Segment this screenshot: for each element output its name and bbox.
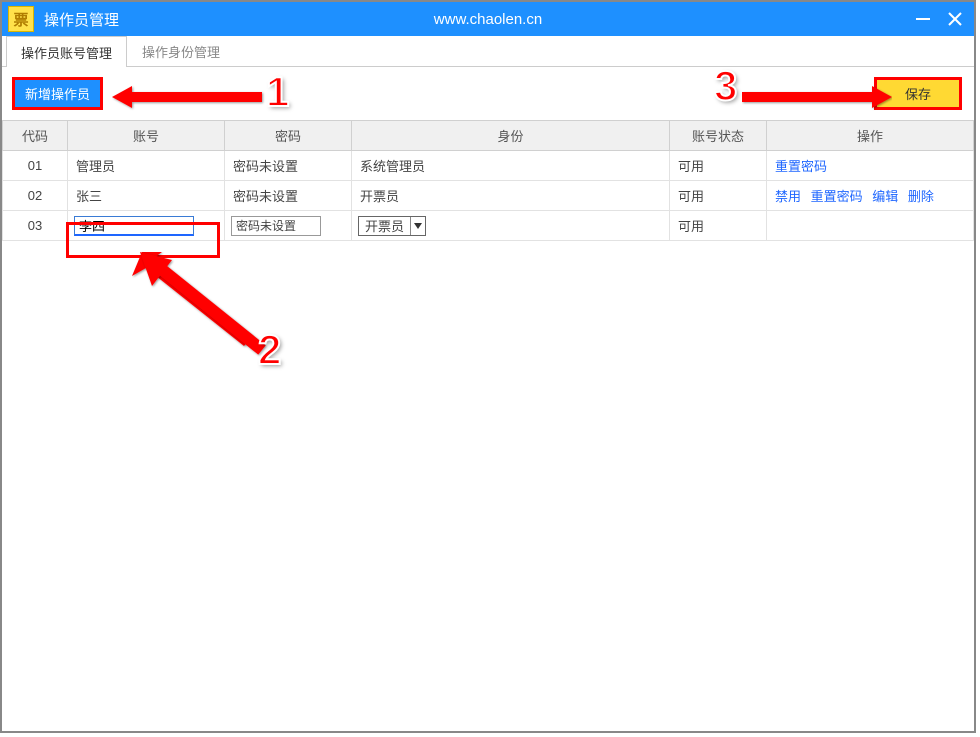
toolbar: 新增操作员 保存: [2, 67, 974, 120]
role-select-text: 开票员: [359, 216, 410, 235]
cell-password-editing: 密码未设置: [225, 211, 352, 241]
col-header-account: 账号: [68, 121, 225, 151]
highlight-box-add: 新增操作员: [12, 77, 103, 110]
cell-password: 密码未设置: [225, 181, 352, 211]
disable-link[interactable]: 禁用: [775, 189, 801, 204]
cell-role: 系统管理员: [352, 151, 670, 181]
cell-status: 可用: [670, 181, 767, 211]
table-row: 01 管理员 密码未设置 系统管理员 可用 重置密码: [3, 151, 974, 181]
col-header-password: 密码: [225, 121, 352, 151]
app-window: 票 操作员管理 www.chaolen.cn 操作员账号管理 操作身份管理 新增…: [0, 0, 976, 733]
window-title: 操作员管理: [44, 9, 119, 30]
col-header-ops: 操作: [767, 121, 974, 151]
cell-account: 管理员: [68, 151, 225, 181]
cell-ops: [767, 211, 974, 241]
annotation-arrow-2: [132, 252, 272, 362]
delete-link[interactable]: 删除: [908, 189, 934, 204]
close-button[interactable]: [942, 6, 968, 32]
table-header-row: 代码 账号 密码 身份 账号状态 操作: [3, 121, 974, 151]
col-header-status: 账号状态: [670, 121, 767, 151]
operator-table: 代码 账号 密码 身份 账号状态 操作 01 管理员 密码未设置 系统管理员 可…: [2, 120, 974, 241]
col-header-code: 代码: [3, 121, 68, 151]
cell-password: 密码未设置: [225, 151, 352, 181]
edit-link[interactable]: 编辑: [872, 189, 898, 204]
tab-account-management[interactable]: 操作员账号管理: [6, 36, 127, 67]
cell-role: 开票员: [352, 181, 670, 211]
reset-password-link[interactable]: 重置密码: [811, 189, 863, 204]
save-button[interactable]: 保存: [877, 80, 959, 107]
add-operator-button[interactable]: 新增操作员: [15, 80, 100, 107]
cell-code: 02: [3, 181, 68, 211]
cell-status: 可用: [670, 151, 767, 181]
col-header-role: 身份: [352, 121, 670, 151]
cell-role-editing: 开票员: [352, 211, 670, 241]
annotation-arrow-2b: [132, 250, 282, 370]
tab-role-management[interactable]: 操作身份管理: [127, 35, 235, 66]
window-url: www.chaolen.cn: [434, 11, 542, 28]
cell-account: 张三: [68, 181, 225, 211]
table-row-editing: 03 密码未设置 开票员 可用: [3, 211, 974, 241]
cell-account-editing: [68, 211, 225, 241]
cell-ops: 重置密码: [767, 151, 974, 181]
highlight-box-save: 保存: [874, 77, 962, 110]
cell-status: 可用: [670, 211, 767, 241]
titlebar: 票 操作员管理 www.chaolen.cn: [2, 2, 974, 36]
account-input[interactable]: [74, 216, 194, 236]
window-controls: [910, 2, 968, 36]
password-input-text: 密码未设置: [232, 217, 320, 234]
cell-code: 01: [3, 151, 68, 181]
cell-code: 03: [3, 211, 68, 241]
reset-password-link[interactable]: 重置密码: [775, 159, 827, 174]
table-row: 02 张三 密码未设置 开票员 可用 禁用 重置密码 编辑 删除: [3, 181, 974, 211]
app-icon: 票: [8, 6, 34, 32]
role-select[interactable]: 开票员: [358, 216, 426, 236]
chevron-down-icon: [410, 217, 425, 235]
password-input[interactable]: 密码未设置: [231, 216, 321, 236]
annotation-number-2: 2: [258, 326, 281, 374]
cell-ops: 禁用 重置密码 编辑 删除: [767, 181, 974, 211]
tab-strip: 操作员账号管理 操作身份管理: [2, 36, 974, 67]
minimize-button[interactable]: [910, 6, 936, 32]
